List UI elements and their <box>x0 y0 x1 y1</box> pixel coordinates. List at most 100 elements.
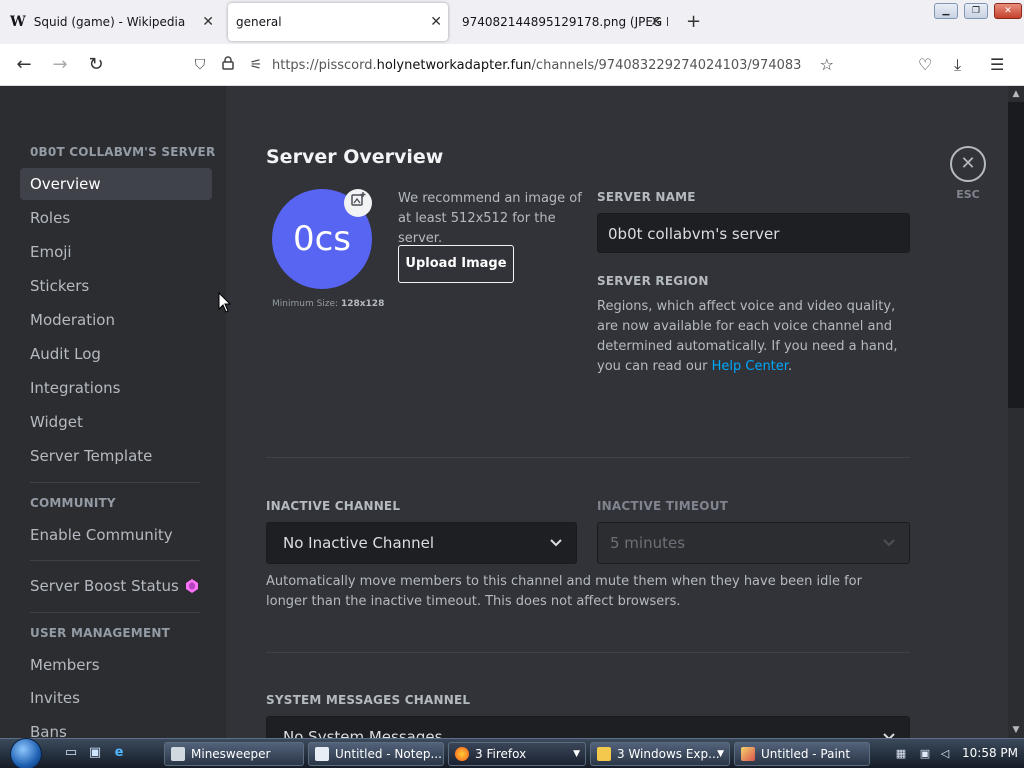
inactive-timeout-label: INACTIVE TIMEOUT <box>597 499 729 513</box>
taskbar-clock[interactable]: 10:58 PM <box>962 746 1018 760</box>
close-tab-icon[interactable]: ✕ <box>202 14 214 30</box>
url-bar[interactable]: ⛉ ⚟ https://pisscord.holynetworkadapter.… <box>182 50 842 80</box>
volume-tray-icon[interactable]: ◁ <box>938 747 952 761</box>
firefox-icon <box>455 747 469 761</box>
inactive-channel-description: Automatically move members to this chann… <box>266 574 862 609</box>
settings-sidebar: 0B0T COLLABVM'S SERVER Overview Roles Em… <box>0 86 226 738</box>
server-name-input[interactable]: 0b0t collabvm's server <box>597 213 910 253</box>
tab-title: 974082144895129178.png (JPEG Ima <box>462 15 668 29</box>
server-name-heading: 0B0T COLLABVM'S SERVER <box>30 145 216 159</box>
chevron-down-icon <box>883 717 895 738</box>
close-tab-icon[interactable]: ✕ <box>650 14 662 30</box>
server-boost-label: Server Boost Status <box>30 577 179 595</box>
notepad-icon <box>315 747 329 761</box>
system-messages-value: No System Messages <box>283 728 443 738</box>
taskbar-item-notepad[interactable]: Untitled - Notep... <box>308 742 444 766</box>
taskbar-item-firefox[interactable]: 3 Firefox ▼ <box>448 742 586 766</box>
close-icon: ✕ <box>960 153 976 174</box>
paint-icon <box>741 747 755 761</box>
sidebar-item-overview[interactable]: Overview <box>20 168 212 200</box>
boost-gem-icon <box>186 579 198 593</box>
upload-image-button[interactable]: Upload Image <box>398 245 514 283</box>
taskbar-label: Untitled - Notep... <box>335 747 442 761</box>
image-recommendation: We recommend an image of at least 512x51… <box>398 191 582 246</box>
scroll-down-icon[interactable]: ▼ <box>1008 722 1024 738</box>
server-region-label: SERVER REGION <box>597 274 709 288</box>
close-settings-button[interactable]: ✕ <box>950 146 986 182</box>
sidebar-item-stickers[interactable]: Stickers <box>20 270 212 302</box>
taskbar-item-paint[interactable]: Untitled - Paint <box>734 742 870 766</box>
display-tray-icon[interactable]: ▣ <box>918 747 932 761</box>
forward-arrow-icon[interactable]: → <box>48 53 72 77</box>
user-management-heading: USER MANAGEMENT <box>30 626 170 640</box>
server-name-label: SERVER NAME <box>597 190 696 204</box>
url-prefix: https://pisscord. <box>272 57 377 73</box>
sidebar-item-members[interactable]: Members <box>20 649 212 681</box>
explorer-quicklaunch-icon[interactable]: ▣ <box>86 745 104 761</box>
settings-content: Server Overview 0cs Minimum Size: 128x12… <box>226 86 1008 738</box>
sidebar-item-audit-log[interactable]: Audit Log <box>20 338 212 370</box>
taskbar-label: Minesweeper <box>191 747 271 761</box>
network-tray-icon[interactable]: ▦ <box>894 747 908 761</box>
lock-icon[interactable] <box>218 56 238 74</box>
sidebar-item-moderation[interactable]: Moderation <box>20 304 212 336</box>
group-arrow-icon: ▼ <box>573 749 580 759</box>
tracking-shield-icon[interactable]: ⛉ <box>190 57 210 73</box>
windows-taskbar: ▭ ▣ e Minesweeper Untitled - Notep... 3 … <box>0 738 1024 768</box>
page-title: Server Overview <box>266 146 444 168</box>
browser-tab-image[interactable]: 974082144895129178.png (JPEG Ima ✕ <box>454 3 668 41</box>
window-restore-icon[interactable]: ❐ <box>964 3 988 19</box>
min-size-value: 128x128 <box>340 299 385 309</box>
esc-label: ESC <box>956 188 980 201</box>
sidebar-item-widget[interactable]: Widget <box>20 406 212 438</box>
scroll-up-icon[interactable]: ▲ <box>1008 86 1024 102</box>
system-messages-label: SYSTEM MESSAGES CHANNEL <box>266 693 471 707</box>
hamburger-menu-icon[interactable]: ☰ <box>990 55 1004 74</box>
sidebar-item-bans[interactable]: Bans <box>20 716 212 738</box>
new-tab-icon[interactable]: + <box>686 11 701 32</box>
system-messages-select[interactable]: No System Messages <box>266 716 910 738</box>
region-desc-end: . <box>787 359 793 374</box>
browser-tab-wikipedia[interactable]: W Squid (game) - Wikipedia ✕ <box>6 3 220 41</box>
folder-icon <box>597 747 611 761</box>
help-center-link[interactable]: Help Center <box>712 359 788 374</box>
reload-icon[interactable]: ↻ <box>84 53 108 77</box>
browser-nav-bar: ← → ↻ ⛉ ⚟ https://pisscord.holynetworkad… <box>0 44 1024 86</box>
internet-explorer-icon[interactable]: e <box>110 745 128 761</box>
back-arrow-icon[interactable]: ← <box>12 53 36 77</box>
permissions-icon[interactable]: ⚟ <box>246 57 266 73</box>
start-button[interactable] <box>10 738 42 768</box>
tab-title: Squid (game) - Wikipedia <box>33 15 186 29</box>
image-upload-icon[interactable] <box>344 189 372 217</box>
scrollbar-thumb[interactable] <box>1008 102 1024 408</box>
inactive-channel-select[interactable]: No Inactive Channel <box>266 522 577 564</box>
window-minimize-icon[interactable]: ▁ <box>934 3 958 19</box>
sidebar-item-enable-community[interactable]: Enable Community <box>20 519 212 551</box>
taskbar-label: 3 Windows Exp... <box>617 747 720 761</box>
taskbar-item-explorer[interactable]: 3 Windows Exp... ▼ <box>590 742 730 766</box>
download-icon[interactable]: ⤓ <box>954 55 961 75</box>
group-arrow-icon: ▼ <box>717 749 724 759</box>
taskbar-item-minesweeper[interactable]: Minesweeper <box>164 742 304 766</box>
pocket-icon[interactable]: ♡ <box>918 55 932 74</box>
bookmark-star-icon[interactable]: ☆ <box>820 55 834 74</box>
sidebar-item-server-boost[interactable]: Server Boost Status <box>20 570 212 602</box>
page-scrollbar[interactable]: ▲ ▼ <box>1008 86 1024 738</box>
close-tab-icon[interactable]: ✕ <box>430 14 442 30</box>
mouse-cursor-icon <box>218 292 232 313</box>
window-close-icon[interactable]: ✕ <box>994 3 1022 19</box>
inactive-channel-value: No Inactive Channel <box>283 534 435 552</box>
show-desktop-icon[interactable]: ▭ <box>62 745 80 761</box>
sidebar-item-emoji[interactable]: Emoji <box>20 236 212 268</box>
sidebar-divider <box>30 482 200 483</box>
inactive-timeout-value: 5 minutes <box>610 534 686 552</box>
browser-tab-general[interactable]: general ✕ <box>228 3 448 41</box>
sidebar-item-server-template[interactable]: Server Template <box>20 440 212 472</box>
sidebar-item-invites[interactable]: Invites <box>20 682 212 714</box>
inactive-timeout-select[interactable]: 5 minutes <box>597 522 910 564</box>
chevron-down-icon <box>550 523 562 563</box>
sidebar-item-roles[interactable]: Roles <box>20 202 212 234</box>
sidebar-item-integrations[interactable]: Integrations <box>20 372 212 404</box>
server-region-description: Regions, which affect voice and video qu… <box>597 297 917 377</box>
url-text[interactable]: https://pisscord.holynetworkadapter.fun/… <box>272 58 802 73</box>
